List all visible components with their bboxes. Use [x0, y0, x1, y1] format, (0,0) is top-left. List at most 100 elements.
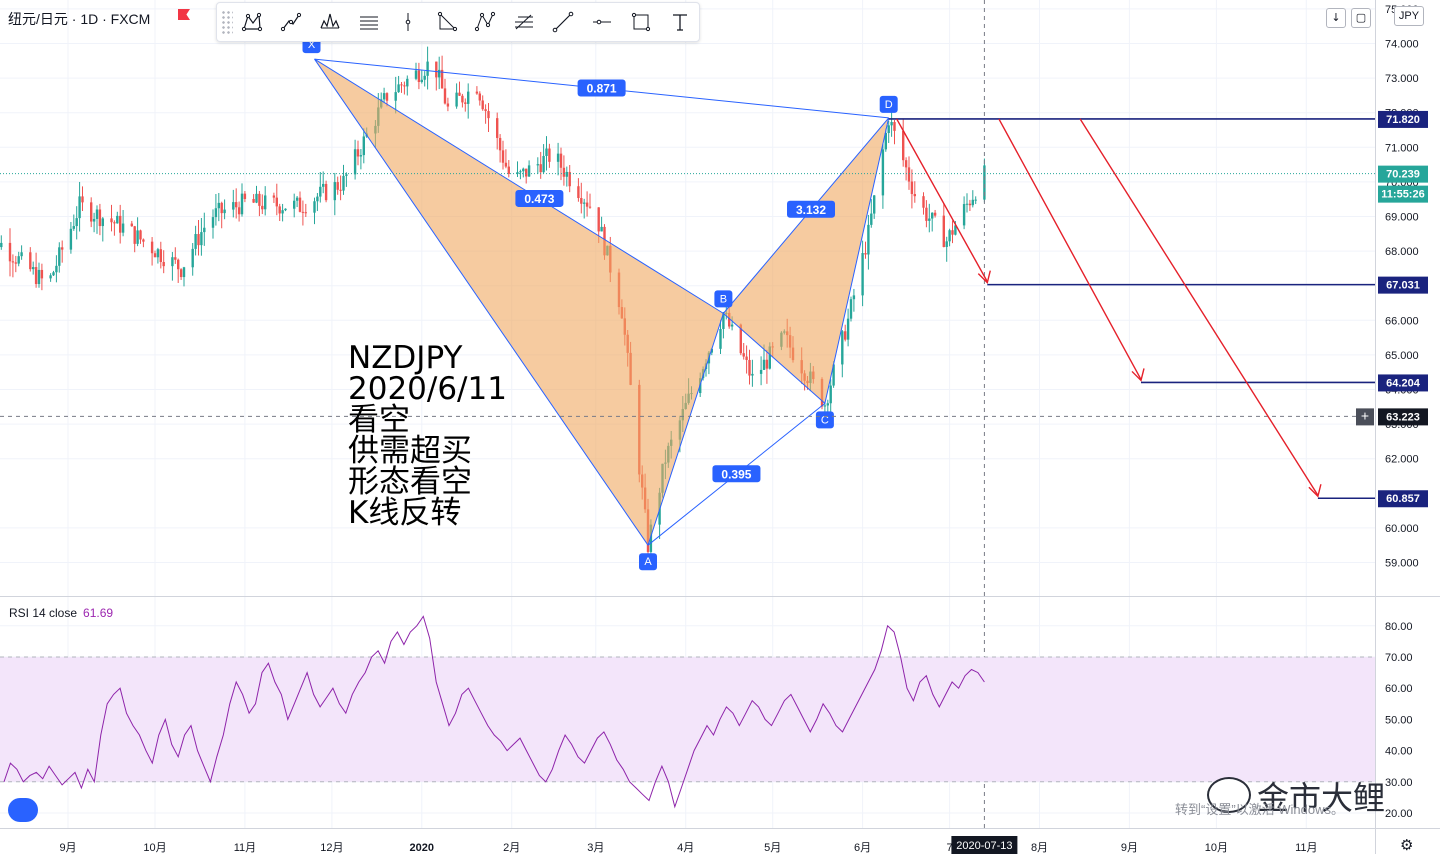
currency-button[interactable]: JPY — [1394, 6, 1424, 26]
drawing-toolbar — [216, 2, 700, 42]
price-tick: 60.000 — [1385, 523, 1419, 535]
candle — [284, 208, 287, 211]
candle — [539, 164, 542, 173]
candle — [951, 230, 954, 235]
candle — [507, 166, 510, 174]
candle — [217, 202, 220, 209]
candle — [870, 213, 873, 225]
candle — [69, 228, 73, 250]
time-tick: 2月 — [503, 842, 520, 854]
candle — [559, 153, 563, 168]
candle — [177, 259, 180, 270]
candle — [928, 218, 931, 221]
candle — [81, 196, 84, 203]
candle — [962, 204, 966, 226]
vertical-line-icon[interactable] — [388, 3, 427, 41]
candle — [864, 253, 867, 255]
candle — [846, 318, 850, 340]
candle — [174, 257, 177, 260]
candle — [922, 196, 925, 208]
rsi-band — [0, 657, 1375, 782]
crosshair-price-tag: 63.223 — [1386, 411, 1420, 423]
candle — [58, 247, 61, 266]
candle — [583, 202, 586, 204]
note-line: 形态看空 — [348, 464, 472, 500]
candle — [119, 215, 122, 233]
candle — [545, 148, 548, 156]
rsi-tick: 60.00 — [1385, 683, 1413, 695]
rsi-title: RSI 14 close — [9, 606, 78, 620]
drag-handle-icon[interactable] — [221, 10, 233, 34]
chart-canvas[interactable]: 0.4730.8713.1320.395XABCD59.00060.00062.… — [0, 0, 1440, 854]
time-tick: 9月 — [1121, 842, 1138, 854]
candle — [498, 137, 502, 151]
rsi-legend[interactable]: RSI 14 close 61.69 — [9, 606, 113, 620]
candle — [214, 208, 218, 218]
candle — [597, 207, 600, 232]
candle — [588, 206, 592, 208]
candle — [101, 218, 104, 227]
maximize-icon[interactable]: ▢ — [1351, 8, 1371, 28]
candle — [301, 211, 305, 213]
candle — [925, 207, 928, 221]
horizontal-ray-icon[interactable] — [583, 3, 622, 41]
candle — [464, 102, 467, 104]
candle — [171, 257, 174, 267]
pattern-point-label: D — [885, 99, 893, 111]
candle — [461, 95, 464, 103]
rsi-tick: 80.00 — [1385, 621, 1413, 633]
fib-retracement-icon[interactable] — [505, 3, 544, 41]
analysis-note: NZDJPY 2020/6/11 看空 供需超买 形态看空 K线反转 — [348, 343, 507, 529]
target-price-tag: 64.204 — [1386, 377, 1421, 389]
triangle-pattern-icon[interactable] — [427, 3, 466, 41]
candle — [893, 122, 896, 131]
candle — [745, 356, 748, 360]
symbol-title[interactable]: 纽元/日元 · 1D · FXCM — [8, 9, 150, 29]
parallel-lines-icon[interactable] — [349, 3, 388, 41]
head-shoulders-icon[interactable] — [311, 3, 350, 41]
candle — [965, 203, 969, 205]
rsi-value: 61.69 — [83, 606, 114, 620]
candle — [20, 252, 23, 257]
candle — [52, 272, 55, 276]
candle — [191, 248, 194, 268]
candle — [382, 93, 386, 100]
candle — [261, 205, 264, 210]
xabcd-pattern-icon[interactable] — [233, 3, 272, 41]
candle — [562, 167, 566, 177]
flag-icon[interactable] — [178, 9, 190, 20]
path-icon[interactable] — [272, 3, 311, 41]
candle — [397, 84, 400, 93]
arrow-down-icon[interactable]: ↓ — [1326, 8, 1346, 28]
rectangle-icon[interactable] — [621, 3, 660, 41]
candle — [121, 223, 125, 233]
pattern-point-label: A — [644, 556, 652, 568]
crosshair-plus-glyph: + — [1361, 407, 1369, 423]
candle — [243, 193, 247, 199]
candle — [159, 249, 162, 262]
text-icon[interactable] — [660, 3, 699, 41]
candle — [542, 155, 545, 173]
candle — [258, 193, 261, 206]
rsi-tick: 40.00 — [1385, 746, 1413, 758]
candle — [235, 202, 238, 208]
candle — [933, 212, 937, 216]
candle — [130, 223, 133, 227]
candle — [223, 209, 226, 214]
candle — [420, 79, 423, 82]
candle — [95, 209, 99, 219]
candle — [37, 269, 41, 285]
candle — [765, 359, 769, 369]
projection-arrow — [1079, 118, 1319, 496]
trend-line-icon[interactable] — [544, 3, 583, 41]
candle — [913, 194, 916, 197]
gear-icon[interactable]: ⚙ — [1400, 836, 1413, 854]
candle — [29, 252, 32, 270]
candle — [32, 267, 35, 270]
abcd-pattern-icon[interactable] — [466, 3, 505, 41]
candle — [179, 269, 183, 278]
tradingview-logo-icon[interactable] — [8, 798, 38, 822]
candle — [881, 149, 885, 196]
candle — [904, 160, 908, 168]
candle — [339, 189, 342, 191]
